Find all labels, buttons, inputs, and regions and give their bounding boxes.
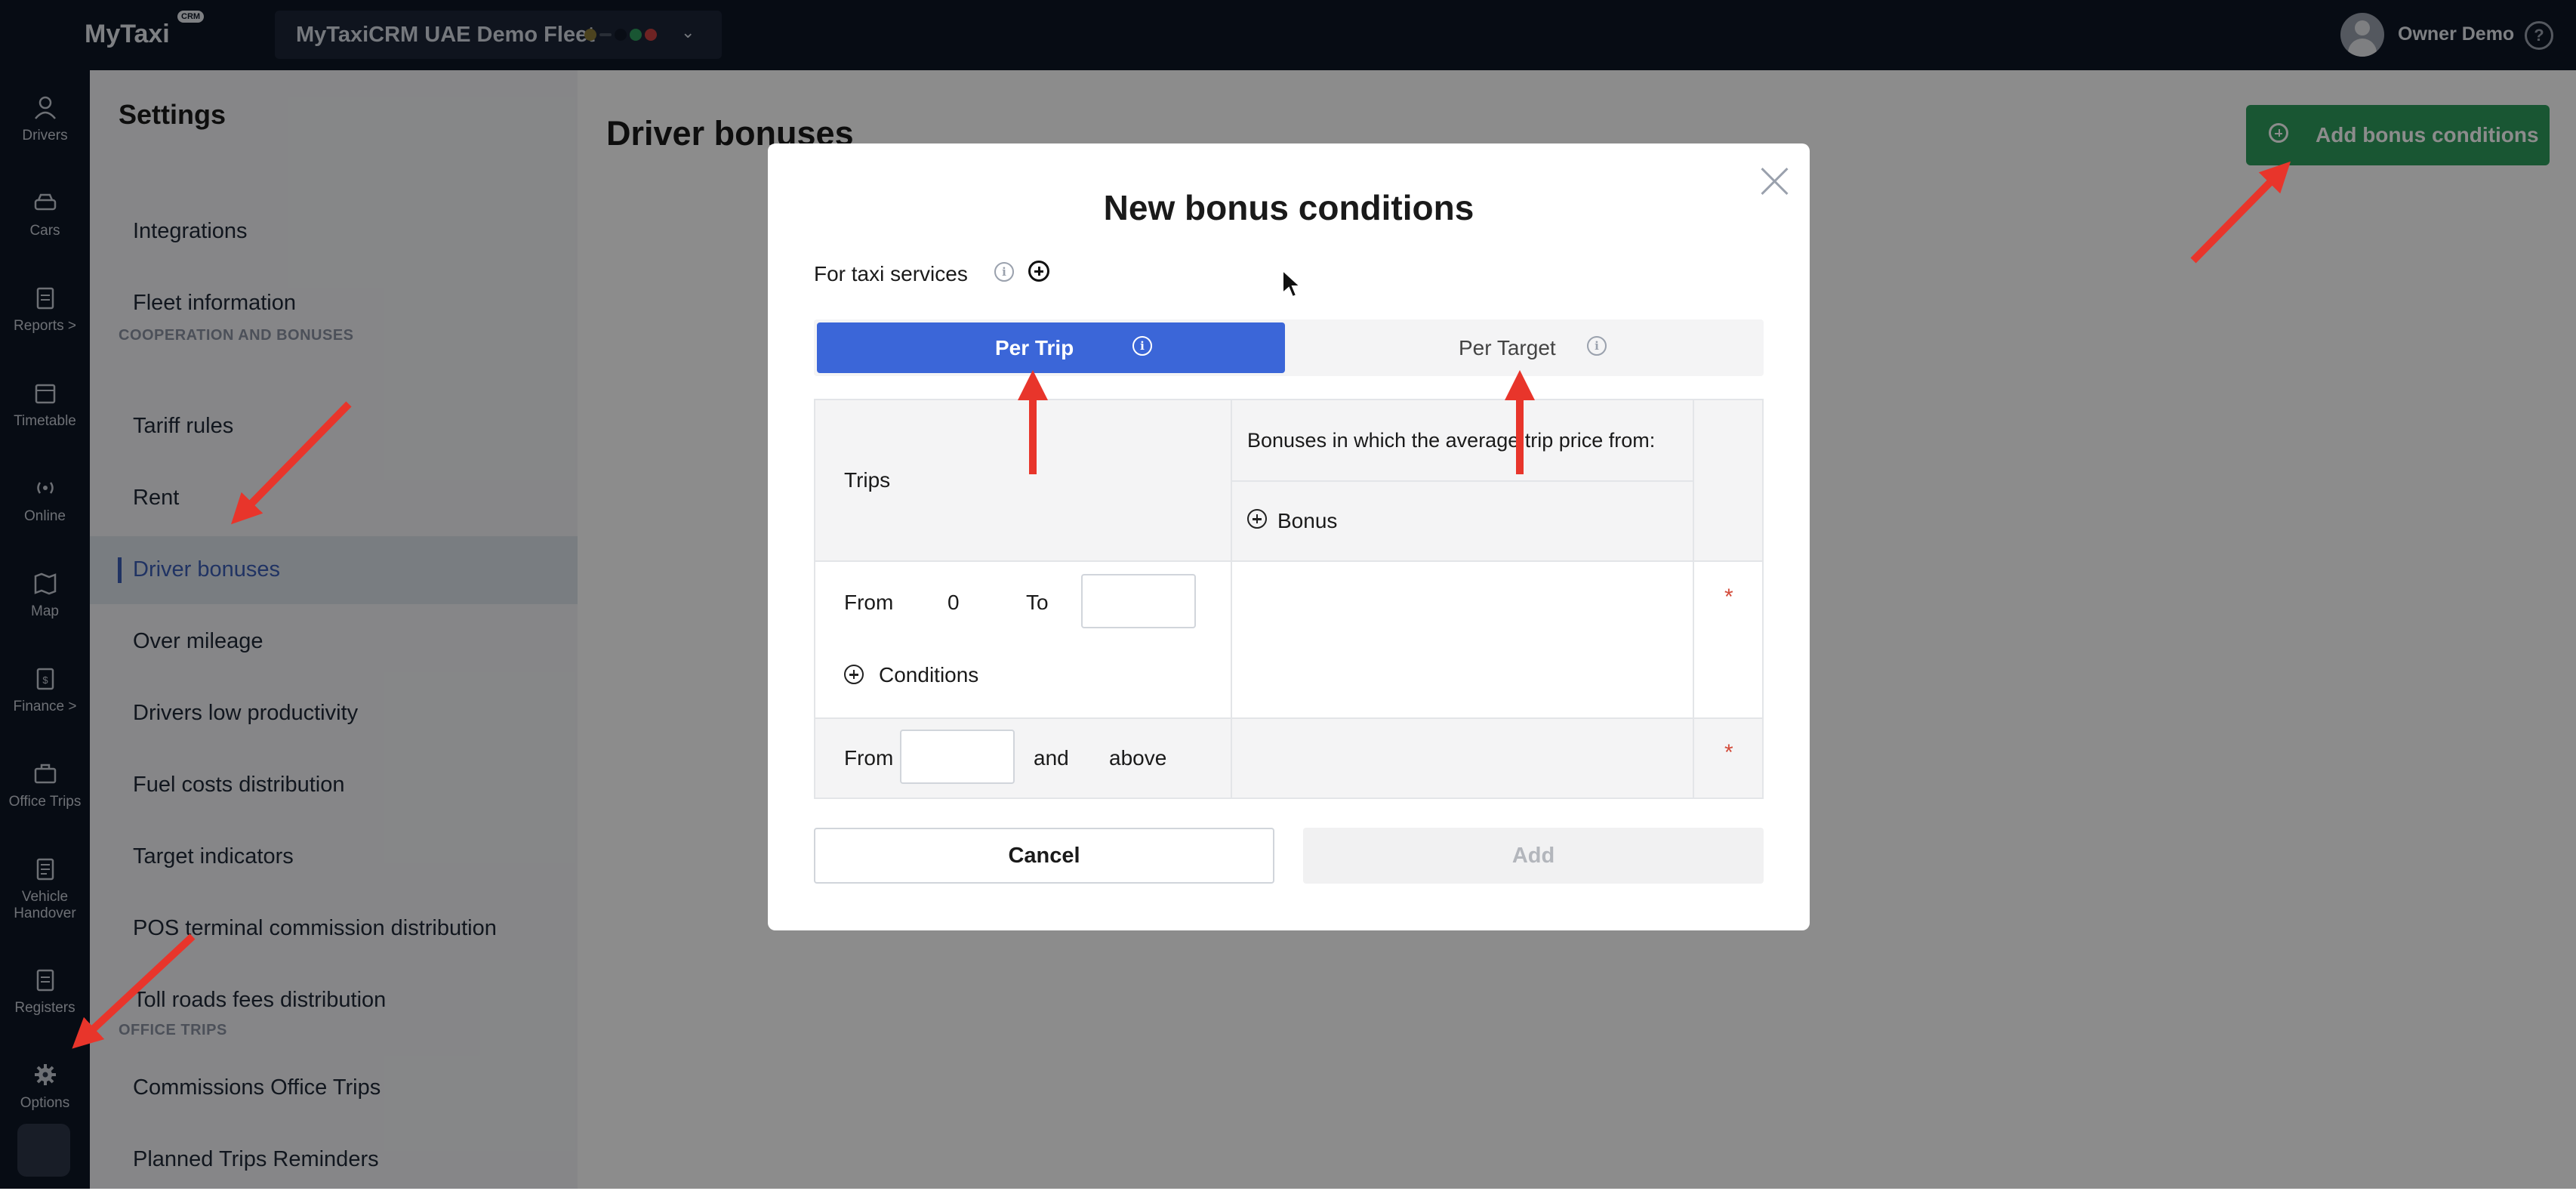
- annotation-arrow: [72, 933, 196, 1049]
- annotation-arrows: [72, 161, 2291, 1049]
- annotation-arrow: [231, 401, 352, 525]
- annotation-arrow: [2190, 161, 2291, 264]
